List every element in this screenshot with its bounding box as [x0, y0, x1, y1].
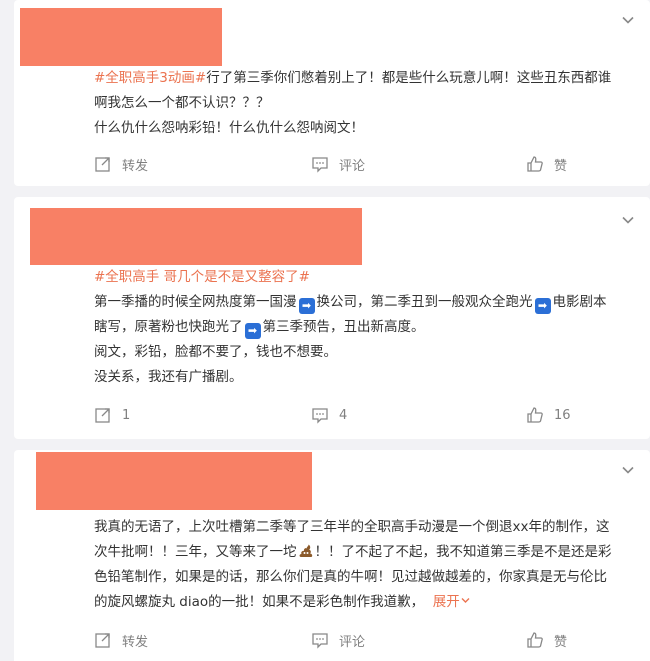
- like-count: 16: [554, 407, 571, 423]
- post-text-segment: ！！了不起了不起，我不知道第三季是不是还是彩: [314, 544, 612, 560]
- repost-icon: [95, 408, 110, 423]
- repost-label: 转发: [122, 634, 149, 650]
- repost-label: 转发: [122, 158, 149, 174]
- comment-icon: [312, 408, 328, 424]
- post-text: 的旋风螺旋丸 diao的一批！如果不是彩色制作我道歉， 展开: [94, 590, 636, 615]
- post-text: 次牛批啊！！三年，又等来了一坨 ！！了不起了不起，我不知道第三季是不是还是彩: [94, 540, 636, 565]
- comment-button[interactable]: 评论: [311, 154, 365, 174]
- repost-button[interactable]: 1: [94, 405, 130, 425]
- post-card: #全职高手 哥几个是不是又整容了# 第一季播的时候全网热度第一国漫 ➡ 换公司，第二…: [14, 197, 650, 439]
- post-actions: 1 4 16: [94, 405, 636, 425]
- like-button[interactable]: 赞: [526, 154, 567, 174]
- chevron-down-small-icon: [461, 598, 470, 603]
- expand-link[interactable]: 展开: [433, 594, 471, 610]
- poop-emoji-icon: [299, 544, 312, 557]
- comment-button[interactable]: 4: [311, 405, 347, 425]
- post-text: 瞎写，原著粉也快跑光了 ➡ 第三季预告，丑出新高度。: [94, 315, 636, 340]
- post-text-segment: 瞎写，原著粉也快跑光了: [94, 319, 243, 335]
- comment-button[interactable]: 评论: [311, 630, 365, 650]
- chevron-down-icon[interactable]: [620, 12, 636, 28]
- post-text-segment: 换公司，第二季丑到一般观众全跑光: [316, 294, 533, 310]
- redacted-user-header: [20, 8, 222, 66]
- post-text: 阅文，彩铅，脸都不要了，钱也不想要。: [94, 344, 337, 360]
- post-text: 什么仇什么怨呐彩铅！什么仇什么怨呐阅文！: [94, 120, 364, 136]
- post-text: 行了第三季你们憋着别上了！都是些什么玩意儿啊！这些丑东西都谁: [206, 70, 612, 86]
- comment-label: 评论: [339, 158, 366, 174]
- thumbs-up-icon: [527, 156, 543, 172]
- right-arrow-emoji-icon: ➡: [244, 323, 261, 339]
- like-label: 赞: [554, 634, 568, 650]
- chevron-down-icon[interactable]: [620, 212, 636, 228]
- post-text-segment: 电影剧本: [552, 294, 607, 310]
- post-text: 啊我怎么一个都不认识？？？: [94, 95, 270, 111]
- like-button[interactable]: 16: [526, 405, 571, 425]
- thumbs-up-icon: [527, 632, 543, 648]
- thumbs-up-icon: [527, 407, 543, 423]
- post-card: 我真的无语了，上次吐槽第二季等了三年半的全职高手动漫是一个倒退xx年的制作，这 …: [14, 450, 650, 661]
- redacted-user-header: [30, 208, 362, 265]
- post-content: 我真的无语了，上次吐槽第二季等了三年半的全职高手动漫是一个倒退xx年的制作，这 …: [94, 515, 636, 615]
- post-text-segment: 次牛批啊！！三年，又等来了一坨: [94, 544, 297, 560]
- post-text: 第一季播的时候全网热度第一国漫 ➡ 换公司，第二季丑到一般观众全跑光 ➡ 电影剧本: [94, 290, 636, 315]
- hashtag-link[interactable]: #全职高手 哥几个是不是又整容了#: [94, 265, 636, 290]
- like-button[interactable]: 赞: [526, 630, 567, 650]
- post-text-segment: 第三季预告，丑出新高度。: [262, 319, 425, 335]
- comment-icon: [312, 157, 328, 173]
- like-label: 赞: [554, 158, 568, 174]
- post-text-segment: 第一季播的时候全网热度第一国漫: [94, 294, 297, 310]
- repost-button[interactable]: 转发: [94, 154, 148, 174]
- post-actions: 转发 评论 赞: [94, 630, 636, 650]
- repost-button[interactable]: 转发: [94, 630, 148, 650]
- repost-count: 1: [122, 407, 131, 423]
- post-text-segment: 的旋风螺旋丸 diao的一批！如果不是彩色制作我道歉，: [94, 594, 425, 610]
- comment-label: 评论: [339, 634, 366, 650]
- post-text: 我真的无语了，上次吐槽第二季等了三年半的全职高手动漫是一个倒退xx年的制作，这: [94, 519, 610, 535]
- repost-icon: [95, 157, 110, 172]
- comment-count: 4: [339, 407, 348, 423]
- chevron-down-icon[interactable]: [620, 462, 636, 478]
- repost-icon: [95, 633, 110, 648]
- post-text: 色铅笔制作，如果是的话，那么你们是真的牛啊！见过越做越差的，你家真是无与伦比: [94, 569, 607, 585]
- right-arrow-emoji-icon: ➡: [298, 298, 315, 314]
- post-actions: 转发 评论 赞: [94, 154, 636, 174]
- post-content: #全职高手3动画#行了第三季你们憋着别上了！都是些什么玩意儿啊！这些丑东西都谁 …: [94, 66, 636, 141]
- redacted-user-header: [36, 452, 312, 510]
- right-arrow-emoji-icon: ➡: [534, 298, 551, 314]
- expand-label: 展开: [432, 594, 460, 610]
- comment-icon: [312, 633, 328, 649]
- post-content: #全职高手 哥几个是不是又整容了# 第一季播的时候全网热度第一国漫 ➡ 换公司，第二…: [94, 265, 636, 390]
- hashtag-link[interactable]: #全职高手3动画#: [94, 70, 206, 86]
- post-text: 没关系，我还有广播剧。: [94, 369, 243, 385]
- post-card: #全职高手3动画#行了第三季你们憋着别上了！都是些什么玩意儿啊！这些丑东西都谁 …: [14, 0, 650, 186]
